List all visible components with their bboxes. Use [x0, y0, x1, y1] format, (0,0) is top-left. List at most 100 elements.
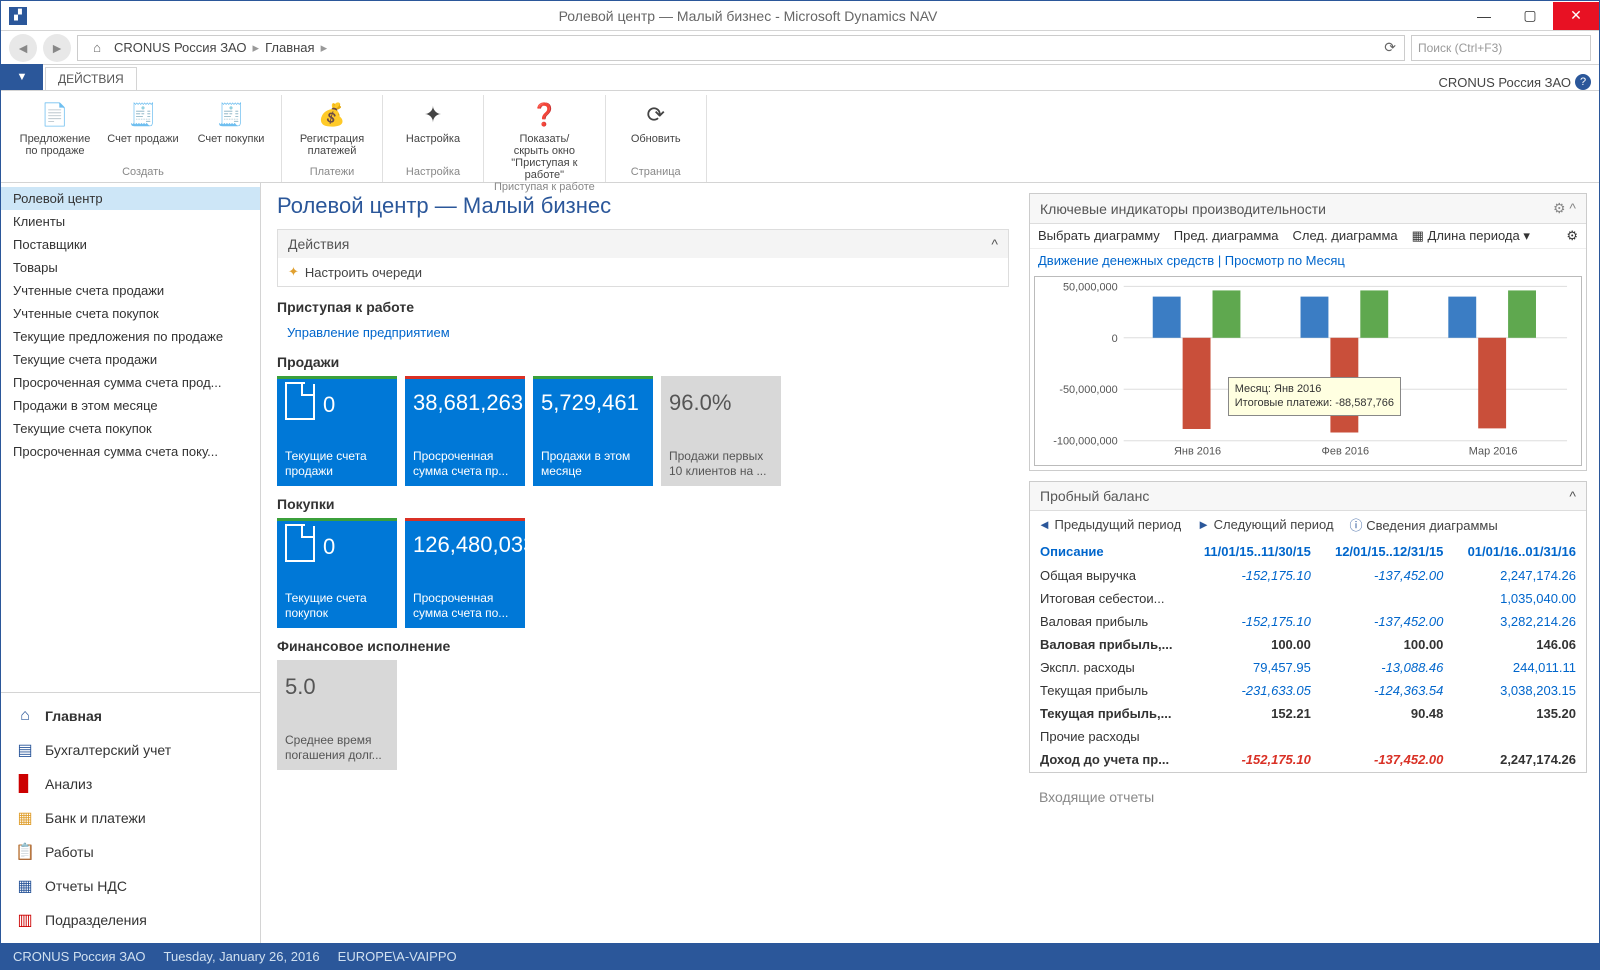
enterprise-management-link[interactable]: Управление предприятием [277, 321, 1009, 344]
table-row[interactable]: Экспл. расходы79,457.95-13,088.46244,011… [1032, 657, 1584, 678]
prev-period[interactable]: ◄ Предыдущий период [1038, 517, 1181, 532]
nav-item[interactable]: ▥Подразделения [1, 903, 260, 937]
kpi-toolbar-item[interactable]: Выбрать диаграмму [1038, 228, 1160, 244]
actions-panel-header[interactable]: Действия ^ [278, 230, 1008, 258]
getting-started-title: Приступая к работе [277, 299, 1009, 315]
sidebar-item[interactable]: Текущие счета продажи [1, 348, 260, 371]
kpi-header[interactable]: Ключевые индикаторы производительности ⚙… [1030, 194, 1586, 224]
trial-balance-header[interactable]: Пробный баланс ^ [1030, 482, 1586, 511]
sidebar-item[interactable]: Текущие счета покупок [1, 417, 260, 440]
status-user: EUROPE\A-VAIPPO [338, 949, 457, 964]
app-icon: ▞ [9, 7, 27, 25]
search-input[interactable]: Поиск (Ctrl+F3) [1411, 35, 1591, 61]
table-row[interactable]: Доход до учета пр...-152,175.10-137,452.… [1032, 749, 1584, 770]
sidebar: Ролевой центрКлиентыПоставщикиТоварыУчте… [1, 183, 261, 943]
table-row[interactable]: Валовая прибыль-152,175.10-137,452.003,2… [1032, 611, 1584, 632]
window-title: Ролевой центр — Малый бизнес - Microsoft… [35, 8, 1461, 24]
sidebar-item[interactable]: Ролевой центр [1, 187, 260, 210]
table-row[interactable]: Текущая прибыль,...152.2190.48135.20 [1032, 703, 1584, 724]
tile[interactable]: 5.0Среднее время погашения долг... [277, 660, 397, 770]
nav-item[interactable]: 📋Работы [1, 835, 260, 869]
ribbon-icon: 📄 [39, 99, 71, 131]
svg-text:50,000,000: 50,000,000 [1063, 281, 1118, 293]
gear-icon[interactable]: ⚙ [1566, 228, 1578, 244]
gear-icon: ✦ [288, 264, 299, 280]
ribbon-button[interactable]: 🧾Счет продажи [103, 95, 183, 157]
sidebar-item[interactable]: Продажи в этом месяце [1, 394, 260, 417]
next-period[interactable]: ► Следующий период [1197, 517, 1333, 532]
document-icon [285, 526, 315, 562]
sidebar-item[interactable]: Учтенные счета покупок [1, 302, 260, 325]
chart-tooltip: Месяц: Янв 2016 Итоговые платежи: -88,58… [1228, 377, 1401, 416]
breadcrumb-company[interactable]: CRONUS Россия ЗАО [114, 40, 247, 55]
nav-item[interactable]: ⌂Главная [1, 699, 260, 733]
incoming-reports[interactable]: Входящие отчеты [1029, 783, 1587, 811]
tabbar: ▼ ДЕЙСТВИЯ CRONUS Россия ЗАО ? [1, 65, 1599, 91]
tile[interactable]: 126,480,033Просроченная сумма счета по..… [405, 518, 525, 628]
tile[interactable]: 0Текущие счета покупок [277, 518, 397, 628]
sidebar-item[interactable]: Текущие предложения по продаже [1, 325, 260, 348]
tab-actions[interactable]: ДЕЙСТВИЯ [45, 67, 137, 90]
back-button[interactable]: ◄ [9, 34, 37, 62]
ribbon: 📄Предложение по продаже🧾Счет продажи🧾Сче… [1, 91, 1599, 183]
right-pane: Ключевые индикаторы производительности ⚙… [1025, 183, 1599, 943]
forward-button[interactable]: ► [43, 34, 71, 62]
tile[interactable]: 38,681,263Просроченная сумма счета пр... [405, 376, 525, 486]
nav-item[interactable]: ▦Банк и платежи [1, 801, 260, 835]
kpi-toolbar: Выбрать диаграмму Пред. диаграмма След. ди… [1030, 224, 1586, 249]
table-row[interactable]: Валовая прибыль,...100.00100.00146.06 [1032, 634, 1584, 655]
minimize-button[interactable]: — [1461, 2, 1507, 30]
chart-title-link[interactable]: Движение денежных средств | Просмотр по … [1030, 249, 1586, 272]
ribbon-button[interactable]: ❓Показать/скрыть окно "Приступая к работ… [504, 95, 584, 181]
ribbon-button[interactable]: ✦Настройка [393, 95, 473, 145]
breadcrumb-page[interactable]: Главная [265, 40, 314, 55]
gear-icon[interactable]: ⚙ ^ [1553, 200, 1576, 217]
ribbon-button[interactable]: 📄Предложение по продаже [15, 95, 95, 157]
statusbar: CRONUS Россия ЗАО Tuesday, January 26, 2… [1, 943, 1599, 969]
sidebar-item[interactable]: Просроченная сумма счета поку... [1, 440, 260, 463]
chart-info[interactable]: ⓘ Сведения диаграммы [1350, 515, 1498, 534]
nav-item[interactable]: ▦Отчеты НДС [1, 869, 260, 903]
nav-icon: ▦ [15, 808, 35, 828]
home-icon[interactable]: ⌂ [86, 37, 108, 59]
status-company: CRONUS Россия ЗАО [13, 949, 146, 964]
sidebar-item[interactable]: Учтенные счета продажи [1, 279, 260, 302]
kpi-toolbar-item[interactable]: След. диаграмма [1293, 228, 1398, 244]
tile[interactable]: 96.0%Продажи первых 10 клиентов на ... [661, 376, 781, 486]
ribbon-icon: ❓ [528, 99, 560, 131]
ribbon-button[interactable]: 🧾Счет покупки [191, 95, 271, 157]
page-title: Ролевой центр — Малый бизнес [277, 193, 1009, 219]
kpi-toolbar-item[interactable]: Пред. диаграмма [1174, 228, 1279, 244]
svg-text:Фев 2016: Фев 2016 [1322, 446, 1370, 458]
maximize-button[interactable]: ▢ [1507, 2, 1553, 30]
nav-item[interactable]: ▤Бухгалтерский учет [1, 733, 260, 767]
breadcrumb[interactable]: ⌂ CRONUS Россия ЗАО ▸ Главная ▸ ⟳ [77, 35, 1405, 61]
tile[interactable]: 0Текущие счета продажи [277, 376, 397, 486]
help-icon[interactable]: ? [1575, 74, 1591, 90]
configure-queues[interactable]: ✦ Настроить очереди [278, 258, 1008, 286]
kpi-toolbar-item[interactable]: ▦ Длина периода ▾ [1412, 228, 1530, 244]
close-button[interactable]: ✕ [1553, 2, 1599, 30]
nav-icon: ▤ [15, 740, 35, 760]
trial-toolbar: ◄ Предыдущий период ► Следующий период ⓘ… [1030, 511, 1586, 538]
table-row[interactable]: Текущая прибыль-231,633.05-124,363.543,0… [1032, 680, 1584, 701]
table-row[interactable]: Прочие расходы [1032, 726, 1584, 747]
purchases-title: Покупки [277, 496, 1009, 512]
sidebar-item[interactable]: Клиенты [1, 210, 260, 233]
nav-icon: ▊ [15, 774, 35, 794]
ribbon-icon: 🧾 [215, 99, 247, 131]
sidebar-item[interactable]: Просроченная сумма счета прод... [1, 371, 260, 394]
table-row[interactable]: Общая выручка-152,175.10-137,452.002,247… [1032, 565, 1584, 586]
nav-item[interactable]: ▊Анализ [1, 767, 260, 801]
ribbon-button[interactable]: ⟳Обновить [616, 95, 696, 145]
sidebar-item[interactable]: Товары [1, 256, 260, 279]
svg-text:Мар 2016: Мар 2016 [1469, 446, 1518, 458]
tile[interactable]: 5,729,461Продажи в этом месяце [533, 376, 653, 486]
file-tab[interactable]: ▼ [1, 64, 43, 90]
sidebar-item[interactable]: Поставщики [1, 233, 260, 256]
refresh-icon[interactable]: ⟳ [1384, 39, 1396, 56]
table-row[interactable]: Итоговая себестои...1,035,040.00 [1032, 588, 1584, 609]
ribbon-button[interactable]: 💰Регистрация платежей [292, 95, 372, 157]
status-date: Tuesday, January 26, 2016 [164, 949, 320, 964]
ribbon-icon: 💰 [316, 99, 348, 131]
